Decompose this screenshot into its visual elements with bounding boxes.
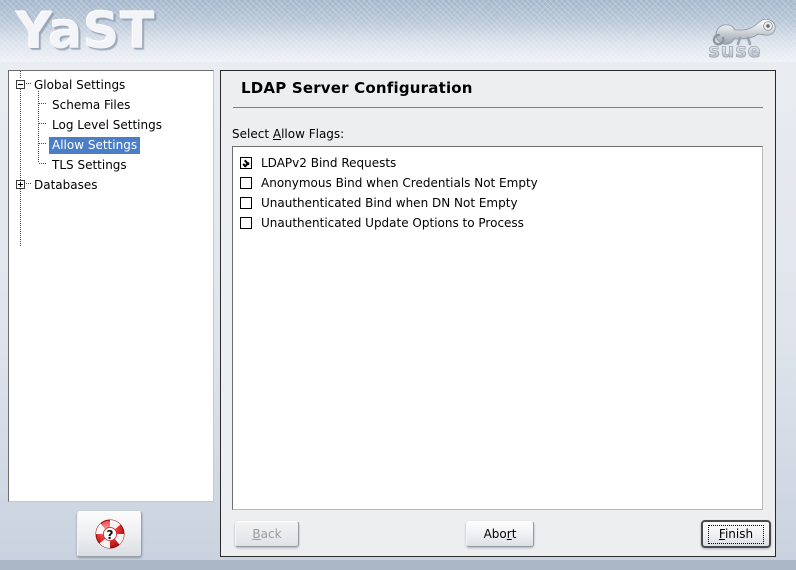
tree-item-label: TLS Settings <box>52 158 127 172</box>
finish-button[interactable]: Finish <box>701 520 771 548</box>
life-ring-help-icon: ? <box>95 519 124 549</box>
navigation-tree[interactable]: Global Settings Schema Files Log Level S… <box>9 71 213 247</box>
flag-label: Unauthenticated Update Options to Proces… <box>261 216 524 230</box>
flag-row-unauthenticated-update-options[interactable]: Unauthenticated Update Options to Proces… <box>233 213 762 233</box>
back-suffix: ack <box>260 527 282 541</box>
finish-button-label: Finish <box>707 524 765 544</box>
back-accelerator: B <box>252 527 261 541</box>
yast-window: YaST suse Global Settings Schema Files L… <box>0 0 796 570</box>
collapse-minus-icon[interactable] <box>16 80 25 89</box>
back-button-label: Back <box>252 527 281 541</box>
finish-suffix: inish <box>724 526 754 541</box>
navigation-tree-panel[interactable]: Global Settings Schema Files Log Level S… <box>8 70 214 502</box>
flag-row-ldapv2-bind-requests[interactable]: LDAPv2 Bind Requests <box>233 153 762 173</box>
allow-flags-caption: Select Allow Flags: <box>232 127 344 141</box>
help-button[interactable]: ? <box>77 511 142 557</box>
bottom-strip <box>0 560 796 570</box>
tree-item-schema-files[interactable]: Schema Files <box>9 95 213 115</box>
caption-prefix: Select <box>232 127 273 141</box>
tree-item-allow-settings[interactable]: Allow Settings <box>9 135 213 155</box>
flag-label: Anonymous Bind when Credentials Not Empt… <box>261 176 538 190</box>
checkbox-unchecked-icon[interactable] <box>240 197 252 209</box>
tree-item-label: Allow Settings <box>49 137 141 154</box>
tree-item-label: Databases <box>34 178 98 192</box>
back-button[interactable]: Back <box>235 521 299 547</box>
tree-item-label: Schema Files <box>52 98 131 112</box>
flag-label: Unauthenticated Bind when DN Not Empty <box>261 196 518 210</box>
abort-button[interactable]: Abort <box>466 521 534 547</box>
tree-item-tls-settings[interactable]: TLS Settings <box>9 155 213 175</box>
flag-label: LDAPv2 Bind Requests <box>261 156 397 170</box>
tree-item-log-level-settings[interactable]: Log Level Settings <box>9 115 213 135</box>
flag-row-anonymous-bind-credentials-not-empty[interactable]: Anonymous Bind when Credentials Not Empt… <box>233 173 762 193</box>
abort-prefix: Abo <box>483 527 507 541</box>
checkbox-checked-icon[interactable] <box>240 157 252 169</box>
allow-flags-list[interactable]: LDAPv2 Bind Requests Anonymous Bind when… <box>232 146 763 510</box>
expand-plus-icon[interactable] <box>16 180 25 189</box>
yast-logo: YaST <box>16 2 156 60</box>
tree-item-label: Global Settings <box>34 78 126 92</box>
checkbox-unchecked-icon[interactable] <box>240 217 252 229</box>
flag-row-unauthenticated-bind-dn-not-empty[interactable]: Unauthenticated Bind when DN Not Empty <box>233 193 762 213</box>
caption-accelerator: A <box>272 127 282 141</box>
suse-wordmark: suse <box>708 40 761 60</box>
svg-text:?: ? <box>106 528 113 542</box>
checkbox-unchecked-icon[interactable] <box>240 177 252 189</box>
tree-item-label: Log Level Settings <box>52 118 162 132</box>
title-divider <box>233 107 763 108</box>
suse-chameleon-icon: suse <box>688 4 784 60</box>
main-content-panel: LDAP Server Configuration Select Allow F… <box>220 70 776 557</box>
caption-suffix: llow Flags: <box>281 127 345 141</box>
tree-item-databases[interactable]: Databases <box>9 175 213 195</box>
abort-suffix: t <box>511 527 517 541</box>
header-banner: YaST suse <box>0 0 796 62</box>
abort-button-label: Abort <box>484 527 517 541</box>
tree-item-global-settings[interactable]: Global Settings <box>9 75 213 95</box>
page-title: LDAP Server Configuration <box>241 79 473 97</box>
